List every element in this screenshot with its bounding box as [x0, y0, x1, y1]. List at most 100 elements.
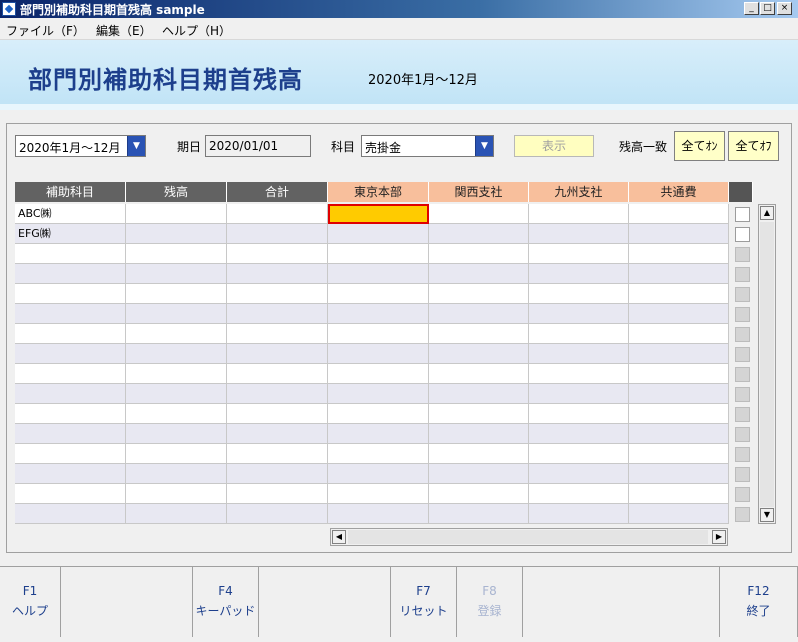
grid-cell[interactable]: [328, 504, 429, 524]
grid-cell[interactable]: [529, 344, 629, 364]
grid-cell[interactable]: [227, 224, 328, 244]
grid-cell[interactable]: [629, 344, 729, 364]
grid-cell[interactable]: [429, 484, 529, 504]
grid-cell[interactable]: [328, 304, 429, 324]
scroll-down-icon[interactable]: ▼: [760, 508, 774, 522]
grid-cell[interactable]: [15, 304, 126, 324]
grid-cell[interactable]: [227, 384, 328, 404]
grid-cell[interactable]: [15, 344, 126, 364]
grid-cell[interactable]: [15, 264, 126, 284]
grid-cell[interactable]: [227, 244, 328, 264]
grid-cell[interactable]: [328, 244, 429, 264]
grid-cell[interactable]: [429, 404, 529, 424]
grid-cell[interactable]: [328, 324, 429, 344]
grid-cell[interactable]: [529, 404, 629, 424]
row-checkbox[interactable]: [735, 227, 750, 242]
grid-cell[interactable]: [629, 464, 729, 484]
row-checkbox[interactable]: [735, 467, 750, 482]
fkey-f4-button[interactable]: F4 キーパッド: [193, 567, 259, 637]
row-checkbox[interactable]: [735, 367, 750, 382]
row-checkbox[interactable]: [735, 427, 750, 442]
grid-cell[interactable]: [629, 484, 729, 504]
grid-cell[interactable]: [529, 324, 629, 344]
all-on-button[interactable]: 全てｵﾝ: [674, 131, 725, 161]
grid-cell[interactable]: [126, 404, 227, 424]
grid-cell[interactable]: [126, 284, 227, 304]
grid-cell[interactable]: [629, 264, 729, 284]
grid-cell[interactable]: [429, 224, 529, 244]
grid-cell[interactable]: [328, 464, 429, 484]
grid-cell[interactable]: [429, 284, 529, 304]
grid-cell[interactable]: [227, 324, 328, 344]
chevron-down-icon[interactable]: ▼: [475, 136, 493, 156]
grid-cell[interactable]: [126, 484, 227, 504]
grid-cell[interactable]: [227, 264, 328, 284]
grid-cell[interactable]: [529, 304, 629, 324]
row-checkbox[interactable]: [735, 507, 750, 522]
row-checkbox[interactable]: [735, 247, 750, 262]
grid-cell[interactable]: [429, 244, 529, 264]
grid-cell[interactable]: [15, 364, 126, 384]
fkey-f1-button[interactable]: F1 ヘルプ: [0, 567, 61, 637]
grid-cell[interactable]: [126, 264, 227, 284]
vertical-scrollbar[interactable]: ▲ ▼: [758, 204, 776, 524]
row-checkbox[interactable]: [735, 407, 750, 422]
row-checkbox[interactable]: [735, 387, 750, 402]
chevron-down-icon[interactable]: ▼: [127, 136, 145, 156]
grid-cell[interactable]: [126, 464, 227, 484]
row-checkbox[interactable]: [735, 267, 750, 282]
menu-edit[interactable]: 編集（E）: [96, 22, 152, 39]
close-button[interactable]: ×: [777, 2, 792, 15]
scroll-right-icon[interactable]: ▶: [712, 530, 726, 544]
grid-cell[interactable]: [126, 424, 227, 444]
grid-cell[interactable]: [126, 304, 227, 324]
grid-cell[interactable]: [529, 384, 629, 404]
horizontal-scrollbar[interactable]: ◀ ▶: [330, 528, 728, 546]
grid-cell[interactable]: [15, 504, 126, 524]
grid-cell[interactable]: [429, 324, 529, 344]
grid-cell[interactable]: [328, 444, 429, 464]
grid-cell[interactable]: [529, 244, 629, 264]
account-select[interactable]: 売掛金 ▼: [361, 135, 494, 157]
grid-cell[interactable]: [15, 284, 126, 304]
grid-cell[interactable]: [227, 364, 328, 384]
row-checkbox[interactable]: [735, 307, 750, 322]
grid-cell[interactable]: [429, 424, 529, 444]
grid-cell[interactable]: [429, 464, 529, 484]
grid-cell[interactable]: [629, 244, 729, 264]
grid-cell[interactable]: [328, 344, 429, 364]
grid-cell[interactable]: [429, 364, 529, 384]
row-checkbox[interactable]: [735, 347, 750, 362]
grid-cell[interactable]: [529, 364, 629, 384]
grid-cell[interactable]: [15, 384, 126, 404]
fkey-f12-button[interactable]: F12 終了: [720, 567, 798, 637]
grid-cell[interactable]: [629, 364, 729, 384]
grid-cell[interactable]: [328, 384, 429, 404]
grid-cell[interactable]: [529, 224, 629, 244]
grid-cell[interactable]: [126, 364, 227, 384]
grid-cell[interactable]: [126, 204, 227, 224]
grid-cell[interactable]: ABC㈱: [15, 204, 126, 224]
grid-cell[interactable]: [15, 324, 126, 344]
grid-cell[interactable]: [15, 484, 126, 504]
row-checkbox[interactable]: [735, 447, 750, 462]
grid-cell[interactable]: [227, 504, 328, 524]
grid-cell[interactable]: [15, 404, 126, 424]
row-checkbox[interactable]: [735, 327, 750, 342]
grid-cell[interactable]: [328, 284, 429, 304]
fkey-f8-button[interactable]: F8 登録: [457, 567, 523, 637]
grid-cell[interactable]: [328, 404, 429, 424]
grid-cell[interactable]: [429, 304, 529, 324]
grid-cell[interactable]: [227, 444, 328, 464]
menu-help[interactable]: ヘルプ（H）: [162, 22, 231, 39]
minimize-button[interactable]: _: [744, 2, 759, 15]
show-button[interactable]: 表示: [514, 135, 594, 157]
grid-cell[interactable]: [227, 424, 328, 444]
row-checkbox[interactable]: [735, 207, 750, 222]
grid-cell[interactable]: [529, 284, 629, 304]
scroll-left-icon[interactable]: ◀: [332, 530, 346, 544]
grid-cell[interactable]: [126, 324, 227, 344]
grid-cell[interactable]: [227, 304, 328, 324]
grid-cell[interactable]: [629, 304, 729, 324]
grid-cell[interactable]: [629, 284, 729, 304]
